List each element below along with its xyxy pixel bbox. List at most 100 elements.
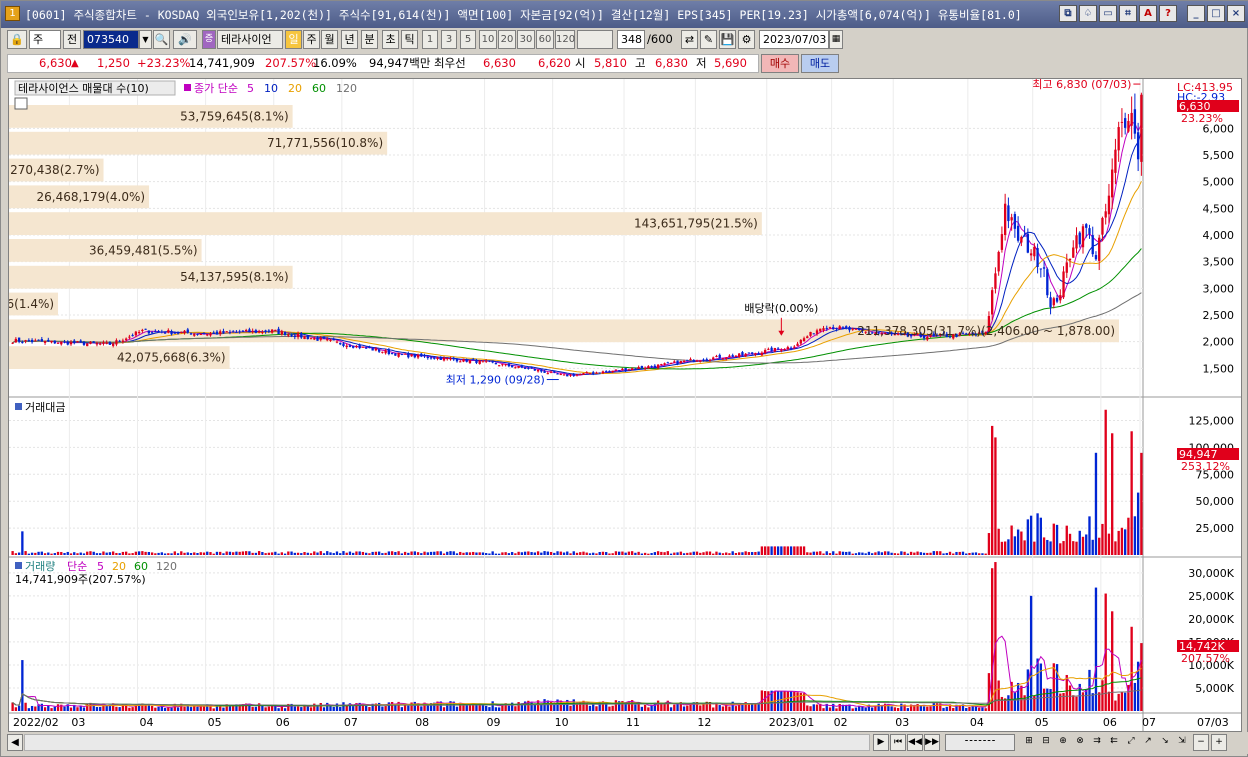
grid-icon[interactable]: ⌗ bbox=[1119, 5, 1137, 22]
tool-icon-7[interactable]: ⤢ bbox=[1123, 734, 1139, 751]
speaker-icon[interactable]: 🔊 bbox=[173, 30, 197, 49]
help-icon[interactable]: ? bbox=[1159, 5, 1177, 22]
close-button[interactable]: × bbox=[1227, 5, 1245, 22]
font-icon[interactable]: A bbox=[1139, 5, 1157, 22]
candle-body bbox=[614, 369, 618, 371]
calendar-icon[interactable]: ▦ bbox=[829, 30, 843, 49]
candle-body bbox=[390, 353, 394, 355]
period-second-button[interactable]: 초 bbox=[382, 30, 399, 49]
volume-bar bbox=[1000, 696, 1004, 711]
tool-icon-2[interactable]: ⊟ bbox=[1038, 734, 1054, 751]
scroll-left-button[interactable]: ◀ bbox=[7, 734, 23, 751]
custom-interval-input[interactable] bbox=[577, 30, 613, 49]
interval-60-button[interactable]: 60 bbox=[536, 30, 554, 49]
window-size-icon[interactable]: ▭ bbox=[1099, 5, 1117, 22]
amount-bar bbox=[682, 553, 686, 555]
candle-body bbox=[384, 350, 387, 354]
chart-area[interactable]: 6,000 5,500 5,000 4,500 4,000 3,500 3,000 2,500… bbox=[0, 78, 1242, 732]
chart-svg[interactable]: 6,0005,5005,0004,5004,0003,5003,0002,500… bbox=[0, 78, 1241, 731]
amount-bar bbox=[536, 551, 540, 555]
lock-icon[interactable]: 🔒 bbox=[7, 30, 27, 49]
date-input[interactable]: 2023/07/03 bbox=[759, 30, 829, 49]
market-type-select[interactable]: 주 bbox=[29, 30, 61, 49]
candle-body bbox=[676, 360, 679, 365]
volume-bar bbox=[381, 706, 384, 711]
amount-bar bbox=[747, 552, 751, 555]
tool-icon-8[interactable]: ↗ bbox=[1140, 734, 1156, 751]
save-icon[interactable]: 💾 bbox=[719, 30, 736, 49]
tool-icon-3[interactable]: ⊕ bbox=[1055, 734, 1071, 751]
tool-icon-1[interactable]: ⊞ bbox=[1021, 734, 1037, 751]
next-button[interactable]: ▶ bbox=[873, 734, 889, 751]
amount-bar bbox=[845, 551, 848, 555]
first-button[interactable]: ⏮ bbox=[890, 734, 906, 751]
settings-icon[interactable]: ⚙ bbox=[738, 30, 755, 49]
amount-bar bbox=[874, 552, 877, 555]
favorite-icon[interactable]: ♤ bbox=[1079, 5, 1097, 22]
search-icon[interactable]: 🔍 bbox=[153, 30, 170, 49]
amount-bar bbox=[56, 551, 60, 555]
scroll-track[interactable] bbox=[24, 734, 870, 751]
forward-button[interactable]: ▶▶ bbox=[924, 734, 940, 751]
minimize-button[interactable]: _ bbox=[1187, 5, 1205, 22]
count-input[interactable]: 348 bbox=[617, 30, 645, 49]
zoom-out-button[interactable]: − bbox=[1193, 734, 1209, 751]
period-minute-button[interactable]: 분 bbox=[361, 30, 378, 49]
period-tick-button[interactable]: 틱 bbox=[401, 30, 418, 49]
amount-bar bbox=[510, 552, 514, 555]
sell-button[interactable]: 매도 bbox=[801, 54, 839, 73]
rewind-button[interactable]: ◀◀ bbox=[907, 734, 923, 751]
candle-body bbox=[725, 357, 728, 360]
interval-20-button[interactable]: 20 bbox=[498, 30, 516, 49]
candle-body bbox=[11, 342, 14, 344]
candle-body bbox=[397, 352, 400, 357]
interval-10-button[interactable]: 10 bbox=[479, 30, 497, 49]
amount-bar bbox=[462, 552, 465, 555]
volume-bar bbox=[339, 706, 342, 711]
maximize-button[interactable]: □ bbox=[1207, 5, 1225, 22]
candle-body bbox=[400, 353, 404, 355]
stock-badge: 증 bbox=[202, 30, 216, 49]
chevron-down-icon[interactable]: ▼ bbox=[139, 30, 152, 49]
stock-code-input[interactable]: 073540 bbox=[83, 30, 139, 49]
compare-icon[interactable]: ⇄ bbox=[681, 30, 698, 49]
candle-body bbox=[342, 343, 345, 347]
volume-bar bbox=[699, 705, 702, 711]
interval-3-button[interactable]: 3 bbox=[441, 30, 457, 49]
tool-icon-5[interactable]: ⇉ bbox=[1089, 734, 1105, 751]
candle-body bbox=[634, 368, 637, 370]
market-select-button[interactable]: 전 bbox=[63, 30, 81, 49]
high-price: 6,830 bbox=[655, 56, 688, 70]
period-day-button[interactable]: 일 bbox=[285, 30, 302, 49]
zoom-slider[interactable]: ⁃⁃⁃⁃⁃⁃⁃ bbox=[945, 734, 1015, 751]
volume-value: 14,741,909 bbox=[189, 56, 255, 70]
trend-icon[interactable]: ✎ bbox=[700, 30, 717, 49]
volume-bar bbox=[488, 707, 491, 711]
interval-1-button[interactable]: 1 bbox=[422, 30, 438, 49]
buy-button[interactable]: 매수 bbox=[761, 54, 799, 73]
candle-body bbox=[796, 343, 799, 346]
amount-bar bbox=[916, 551, 919, 555]
interval-30-button[interactable]: 30 bbox=[517, 30, 535, 49]
zoom-in-button[interactable]: + bbox=[1211, 734, 1227, 751]
candle-body bbox=[147, 330, 151, 334]
x-axis-label: 03 bbox=[895, 716, 909, 729]
amount-bar bbox=[339, 553, 342, 555]
period-month-button[interactable]: 월 bbox=[321, 30, 338, 49]
tool-icon-4[interactable]: ⊗ bbox=[1072, 734, 1088, 751]
volume-bar bbox=[332, 706, 335, 711]
amount-bar bbox=[270, 552, 274, 555]
amount-bar bbox=[384, 552, 387, 555]
interval-5-button[interactable]: 5 bbox=[460, 30, 476, 49]
amount-bar bbox=[605, 552, 608, 555]
link-window-icon[interactable]: ⧉ bbox=[1059, 5, 1077, 22]
period-year-button[interactable]: 년 bbox=[341, 30, 358, 49]
tool-icon-6[interactable]: ⇇ bbox=[1106, 734, 1122, 751]
amount-bar bbox=[365, 552, 368, 555]
amount-bar bbox=[523, 551, 527, 555]
tool-icon-9[interactable]: ↘ bbox=[1157, 734, 1173, 751]
amount-bar bbox=[913, 552, 916, 555]
interval-120-button[interactable]: 120 bbox=[555, 30, 575, 49]
period-week-button[interactable]: 주 bbox=[303, 30, 320, 49]
magnify-icon[interactable]: ⇲ bbox=[1174, 734, 1190, 751]
